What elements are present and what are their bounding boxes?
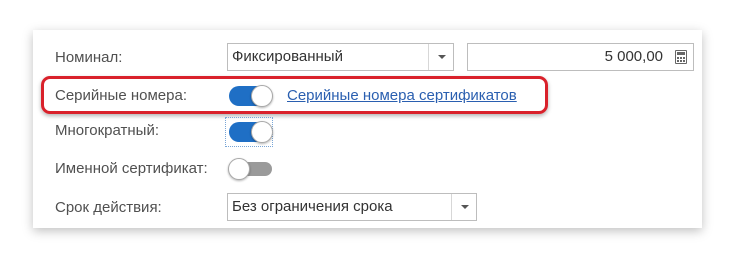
toggle-knob <box>251 121 273 143</box>
chevron-down-icon[interactable] <box>428 44 453 70</box>
reusable-toggle[interactable] <box>229 121 273 143</box>
validity-period-select[interactable]: Без ограничения срока <box>227 193 477 221</box>
denomination-amount-value: 5 000,00 <box>604 48 663 65</box>
denomination-amount-field[interactable]: 5 000,00 <box>467 43 694 71</box>
validity-period-label: Срок действия: <box>55 199 162 216</box>
denomination-type-value: Фиксированный <box>232 48 343 65</box>
denomination-type-select[interactable]: Фиксированный <box>227 43 454 71</box>
toggle-knob <box>228 158 250 180</box>
reusable-label: Многократный: <box>55 122 160 139</box>
denomination-label: Номинал: <box>55 49 123 66</box>
calculator-icon[interactable] <box>675 50 687 64</box>
chevron-down-icon[interactable] <box>451 194 476 220</box>
highlight-frame <box>41 76 548 114</box>
validity-period-value: Без ограничения срока <box>232 198 393 215</box>
named-certificate-label: Именной сертификат: <box>55 160 208 177</box>
named-certificate-toggle[interactable] <box>228 158 272 180</box>
